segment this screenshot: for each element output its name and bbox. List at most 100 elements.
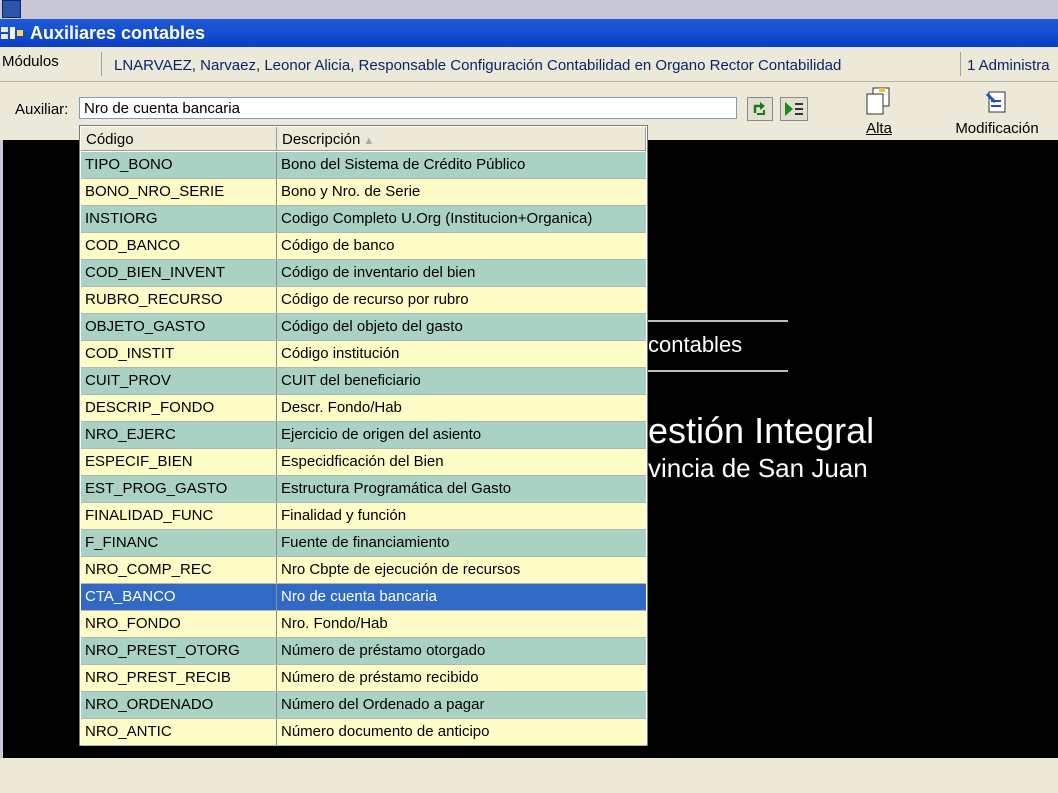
bg-text-contables: contables — [648, 332, 743, 357]
table-row[interactable]: TIPO_BONO Bono del Sistema de Crédito Púb… — [81, 152, 646, 179]
admin-info: 1 Administra — [967, 57, 1050, 74]
app-icon — [1, 27, 23, 39]
table-row[interactable]: COD_BIEN_INVENT Código de inventario del … — [81, 260, 646, 287]
title-bar: Auxiliares contables — [0, 19, 1058, 47]
cell-descripcion: Codigo Completo U.Org (Institucion+Organ… — [281, 210, 593, 227]
cell-codigo: NRO_ORDENADO — [81, 692, 277, 718]
cell-descripcion: Fuente de financiamiento — [281, 534, 450, 551]
table-row[interactable]: F_FINANC Fuente de financiamiento — [81, 530, 646, 557]
table-row[interactable]: NRO_PREST_OTORG Número de préstamo otorga… — [81, 638, 646, 665]
table-row[interactable]: COD_BANCO Código de banco — [81, 233, 646, 260]
cell-descripcion: Código institución — [281, 345, 400, 362]
table-row[interactable]: DESCRIP_FONDO Descr. Fondo/Hab — [81, 395, 646, 422]
auxiliar-label: Auxiliar: — [15, 101, 69, 118]
cell-codigo: COD_BIEN_INVENT — [81, 260, 277, 286]
execute-button[interactable] — [780, 97, 808, 121]
alta-button[interactable]: Alta — [857, 86, 901, 137]
top-strip — [0, 0, 1058, 19]
table-row[interactable]: OBJETO_GASTO Código del objeto del gasto — [81, 314, 646, 341]
cell-descripcion: Descr. Fondo/Hab — [281, 399, 402, 416]
refresh-icon — [753, 102, 765, 115]
cell-descripcion: Código del objeto del gasto — [281, 318, 463, 335]
modulos-menu[interactable]: Módulos — [2, 53, 59, 70]
cell-descripcion: Especidficación del Bien — [281, 453, 444, 470]
table-row[interactable]: NRO_COMP_REC Nro Cbpte de ejecución de re… — [81, 557, 646, 584]
cell-descripcion: Número de préstamo recibido — [281, 669, 479, 686]
cell-codigo: CTA_BANCO — [81, 584, 277, 610]
cell-descripcion: Nro. Fondo/Hab — [281, 615, 388, 632]
cell-codigo: CUIT_PROV — [81, 368, 277, 394]
table-row[interactable]: BONO_NRO_SERIE Bono y Nro. de Serie — [81, 179, 646, 206]
edit-record-icon — [985, 91, 1006, 113]
sort-ascending-icon: ▲ — [363, 135, 375, 147]
status-area — [0, 758, 1058, 793]
modificacion-label: Modificación — [955, 120, 1039, 137]
cell-codigo: NRO_PREST_OTORG — [81, 638, 277, 664]
table-row[interactable]: CUIT_PROV CUIT del beneficiario — [81, 368, 646, 395]
cell-descripcion: Código de banco — [281, 237, 395, 254]
cell-codigo: DESCRIP_FONDO — [81, 395, 277, 421]
cell-codigo: BONO_NRO_SERIE — [81, 179, 277, 205]
table-row[interactable]: NRO_EJERC Ejercicio de origen del asiento — [81, 422, 646, 449]
cell-codigo: OBJETO_GASTO — [81, 314, 277, 340]
cell-descripcion: Número de préstamo otorgado — [281, 642, 486, 659]
cell-descripcion: Número del Ordenado a pagar — [281, 696, 485, 713]
table-row[interactable]: NRO_ANTIC Número documento de anticipo — [81, 719, 646, 746]
cell-codigo: ESPECIF_BIEN — [81, 449, 277, 475]
table-row[interactable]: INSTIORG Codigo Completo U.Org (Instituci… — [81, 206, 646, 233]
table-row[interactable]: NRO_ORDENADO Número del Ordenado a pagar — [81, 692, 646, 719]
grid-rows: TIPO_BONO Bono del Sistema de Crédito Púb… — [81, 152, 646, 746]
auxiliar-dropdown-grid: Código Descripción ▲ TIPO_BONO Bono del Si… — [79, 125, 648, 746]
cell-codigo: TIPO_BONO — [81, 152, 277, 178]
divider — [648, 370, 788, 372]
table-row[interactable]: EST_PROG_GASTO Estructura Programática de… — [81, 476, 646, 503]
auxiliar-input[interactable] — [79, 97, 737, 119]
alta-label: Alta — [866, 120, 892, 137]
table-row[interactable]: FINALIDAD_FUNC Finalidad y función — [81, 503, 646, 530]
user-info: LNARVAEZ, Narvaez, Leonor Alicia, Respon… — [114, 57, 842, 74]
play-list-icon — [785, 102, 803, 116]
cell-codigo: INSTIORG — [81, 206, 277, 232]
cell-descripcion: Ejercicio de origen del asiento — [281, 426, 482, 443]
cell-descripcion: Nro de cuenta bancaria — [281, 588, 437, 605]
cell-codigo: EST_PROG_GASTO — [81, 476, 277, 502]
column-header-descripcion[interactable]: Descripción ▲ — [277, 127, 646, 151]
divider — [648, 320, 788, 322]
info-bar: Módulos LNARVAEZ, Narvaez, Leonor Alicia… — [0, 47, 1058, 82]
grid-header: Código Descripción ▲ — [81, 127, 646, 151]
cell-descripcion: Estructura Programática del Gasto — [281, 480, 512, 497]
table-row[interactable]: CTA_BANCO Nro de cuenta bancaria — [81, 584, 646, 611]
cell-codigo: NRO_FONDO — [81, 611, 277, 637]
cell-descripcion: Código de recurso por rubro — [281, 291, 469, 308]
cell-codigo: F_FINANC — [81, 530, 277, 556]
cell-codigo: COD_INSTIT — [81, 341, 277, 367]
cell-descripcion: Nro Cbpte de ejecución de recursos — [281, 561, 521, 578]
cell-codigo: NRO_EJERC — [81, 422, 277, 448]
modificacion-button[interactable]: Modificación — [948, 86, 1046, 137]
column-header-codigo[interactable]: Código — [81, 127, 277, 151]
table-row[interactable]: NRO_FONDO Nro. Fondo/Hab — [81, 611, 646, 638]
cell-codigo: FINALIDAD_FUNC — [81, 503, 277, 529]
table-row[interactable]: ESPECIF_BIEN Especidficación del Bien — [81, 449, 646, 476]
cell-codigo: NRO_ANTIC — [81, 719, 277, 745]
desktop-window-icon[interactable] — [2, 0, 21, 18]
cell-descripcion: Bono y Nro. de Serie — [281, 183, 421, 200]
cell-codigo: RUBRO_RECURSO — [81, 287, 277, 313]
table-row[interactable]: NRO_PREST_RECIB Número de préstamo recibi… — [81, 665, 646, 692]
separator — [101, 52, 102, 76]
cell-codigo: NRO_PREST_RECIB — [81, 665, 277, 691]
table-row[interactable]: RUBRO_RECURSO Código de recurso por rubro — [81, 287, 646, 314]
table-row[interactable]: COD_INSTIT Código institución — [81, 341, 646, 368]
bg-text-provincia: vincia de San Juan — [648, 453, 868, 483]
window-title: Auxiliares contables — [30, 23, 206, 43]
cell-codigo: COD_BANCO — [81, 233, 277, 259]
cell-descripcion: CUIT del beneficiario — [281, 372, 421, 389]
cell-descripcion: Bono del Sistema de Crédito Público — [281, 156, 526, 173]
cell-descripcion: Finalidad y función — [281, 507, 407, 524]
cell-descripcion: Código de inventario del bien — [281, 264, 476, 281]
separator — [960, 52, 961, 76]
cell-descripcion: Número documento de anticipo — [281, 723, 490, 740]
refresh-button[interactable] — [747, 97, 773, 121]
cell-codigo: NRO_COMP_REC — [81, 557, 277, 583]
new-document-icon — [866, 87, 890, 115]
